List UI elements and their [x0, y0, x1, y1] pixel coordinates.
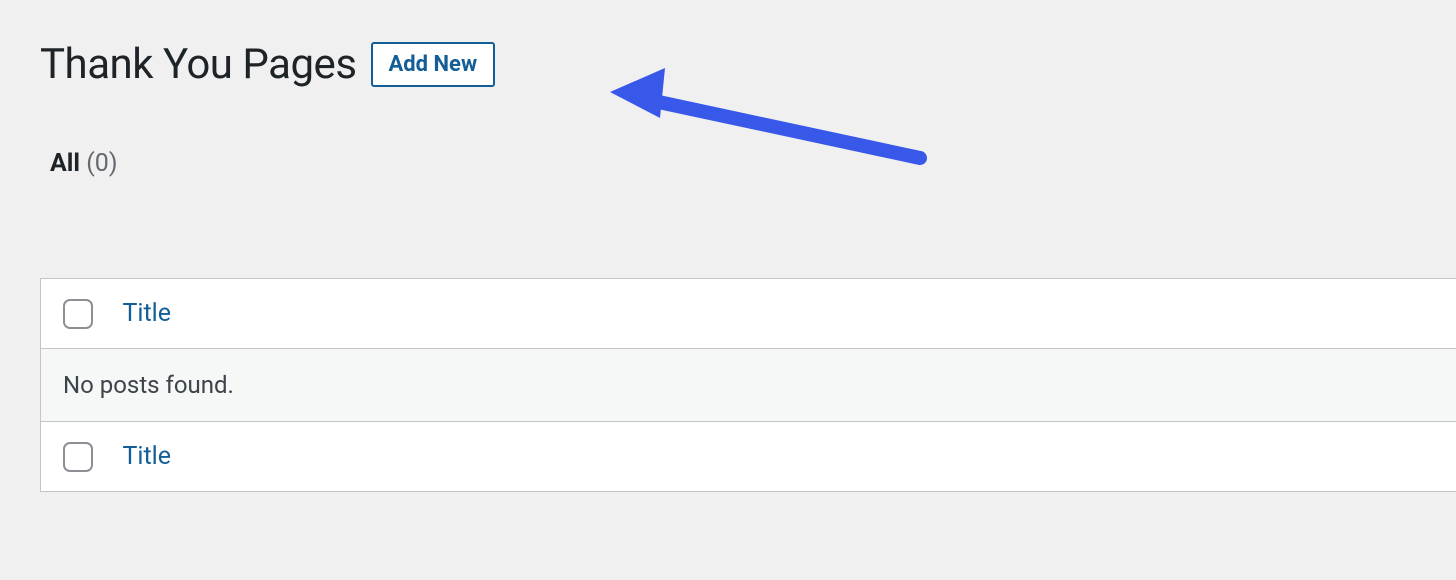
filter-all-link[interactable]: All (0) — [50, 149, 118, 178]
posts-table: Title No posts found. Title — [40, 278, 1456, 492]
select-all-checkbox-top[interactable] — [63, 299, 93, 329]
select-all-checkbox-bottom[interactable] — [63, 442, 93, 472]
title-column-header: Title — [101, 279, 1456, 349]
table-row-empty: No posts found. — [41, 349, 1456, 422]
filter-links: All (0) — [50, 149, 1456, 178]
title-column-sort-link-bottom[interactable]: Title — [123, 442, 172, 471]
no-posts-message: No posts found. — [41, 349, 1456, 422]
select-all-header — [41, 279, 101, 349]
filter-all-count: (0) — [86, 149, 117, 178]
page-title: Thank You Pages — [40, 40, 357, 89]
add-new-button[interactable]: Add New — [371, 42, 496, 87]
title-column-sort-link[interactable]: Title — [123, 299, 172, 328]
title-column-footer: Title — [101, 422, 1456, 492]
select-all-footer — [41, 422, 101, 492]
